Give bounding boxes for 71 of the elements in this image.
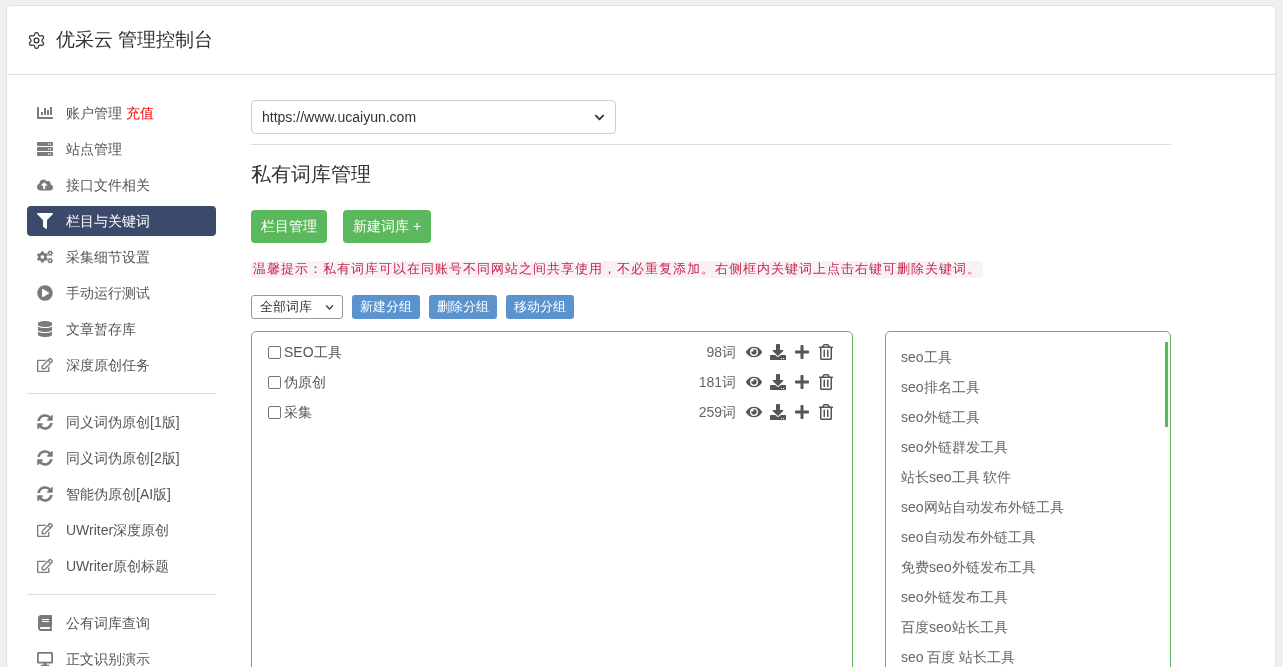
keyword-item[interactable]: seo自动发布外链工具: [886, 522, 1170, 552]
keyword-item[interactable]: seo排名工具: [886, 372, 1170, 402]
sidebar-item[interactable]: 智能伪原创[AI版]: [27, 479, 216, 509]
cloud-upload-icon: [37, 177, 53, 193]
group-name[interactable]: 伪原创: [284, 371, 326, 393]
word-count: 259词: [698, 402, 736, 422]
keyword-item[interactable]: seo外链群发工具: [886, 432, 1170, 462]
sidebar-item[interactable]: 正文识别演示: [27, 644, 216, 667]
group-name[interactable]: 采集: [284, 401, 312, 423]
keyword-item[interactable]: 站长seo工具 软件: [886, 462, 1170, 492]
sidebar-item[interactable]: 深度原创任务: [27, 350, 216, 380]
chevron-down-icon: [325, 302, 334, 312]
filter-icon: [37, 213, 53, 229]
eye-icon[interactable]: [746, 374, 762, 390]
eye-icon[interactable]: [746, 344, 762, 360]
group-filter-select[interactable]: 全部词库: [251, 295, 343, 319]
edit-icon: [37, 558, 53, 574]
settings-icon: [27, 30, 46, 50]
sidebar-item[interactable]: 账户管理 充值: [27, 98, 216, 128]
monitor-icon: [37, 651, 53, 667]
edit-icon: [37, 357, 53, 373]
sidebar-item[interactable]: 栏目与关键词: [27, 206, 216, 236]
scrollbar[interactable]: [1165, 342, 1168, 427]
keyword-item[interactable]: seo外链发布工具: [886, 582, 1170, 612]
keyword-item[interactable]: 百度seo站长工具: [886, 612, 1170, 642]
word-count: 98词: [706, 342, 736, 362]
plus-icon[interactable]: [794, 374, 810, 390]
book-icon: [37, 615, 53, 631]
server-icon: [37, 141, 53, 157]
refresh-icon: [37, 414, 53, 430]
group-name[interactable]: SEO工具: [284, 341, 342, 363]
plus-icon[interactable]: [794, 404, 810, 420]
sidebar-item[interactable]: 同义词伪原创[1版]: [27, 407, 216, 437]
tip-text: 温馨提示：私有词库可以在同账号不同网站之间共享使用，不必重复添加。右侧框内关键词上点击右键可删除关键词。: [251, 261, 983, 278]
eye-icon[interactable]: [746, 404, 762, 420]
trash-icon[interactable]: [818, 344, 834, 360]
sidebar-item[interactable]: 同义词伪原创[2版]: [27, 443, 216, 473]
plus-icon[interactable]: [794, 344, 810, 360]
play-icon: [37, 285, 53, 301]
sidebar-item[interactable]: 站点管理: [27, 134, 216, 164]
recharge-link[interactable]: 充值: [126, 102, 154, 124]
download-icon[interactable]: [770, 404, 786, 420]
trash-icon[interactable]: [818, 374, 834, 390]
download-icon[interactable]: [770, 374, 786, 390]
sidebar-item[interactable]: 接口文件相关: [27, 170, 216, 200]
gears-icon: [37, 249, 53, 265]
word-count: 181词: [698, 372, 736, 392]
section-title: 私有词库管理: [251, 162, 372, 187]
keyword-item[interactable]: seo网站自动发布外链工具: [886, 492, 1170, 522]
checkbox[interactable]: [268, 405, 281, 419]
edit-icon: [37, 522, 53, 538]
keyword-item[interactable]: seo工具: [886, 342, 1170, 372]
checkbox[interactable]: [268, 375, 281, 389]
download-icon[interactable]: [770, 344, 786, 360]
sidebar-item[interactable]: 手动运行测试: [27, 278, 216, 308]
keyword-item[interactable]: seo外链工具: [886, 402, 1170, 432]
refresh-icon: [37, 486, 53, 502]
console-title: 优采云 管理控制台: [56, 27, 214, 52]
sidebar-item[interactable]: 公有词库查询: [27, 608, 216, 638]
sidebar-item[interactable]: UWriter原创标题: [27, 551, 216, 581]
sidebar-item[interactable]: UWriter深度原创: [27, 515, 216, 545]
trash-icon[interactable]: [818, 404, 834, 420]
database-icon: [37, 321, 53, 337]
checkbox[interactable]: [268, 345, 281, 359]
keyword-item[interactable]: 免费seo外链发布工具: [886, 552, 1170, 582]
sidebar-item[interactable]: 采集细节设置: [27, 242, 216, 272]
site-select[interactable]: https://www.ucaiyun.com: [251, 100, 616, 134]
sidebar-item[interactable]: 文章暂存库: [27, 314, 216, 344]
keyword-item[interactable]: seo 百度 站长工具: [886, 642, 1170, 667]
refresh-icon: [37, 450, 53, 466]
bar-chart-icon: [37, 105, 53, 121]
